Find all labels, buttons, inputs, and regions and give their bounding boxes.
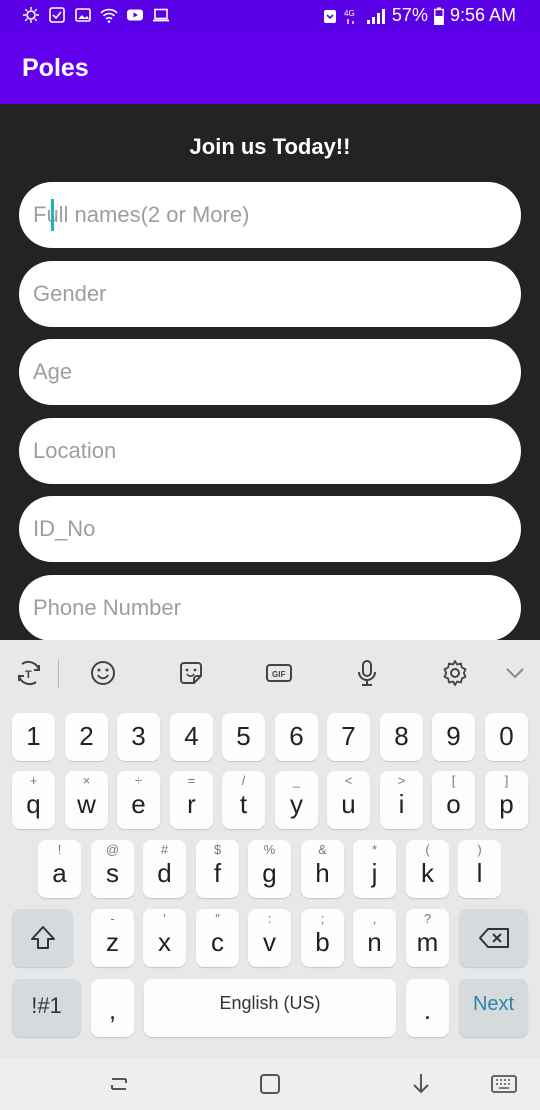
app-bar: Poles	[0, 32, 540, 104]
hide-keyboard-icon[interactable]	[405, 1068, 437, 1100]
key-6[interactable]: 6	[275, 713, 318, 761]
keyboard-toolbar: T GIF	[0, 640, 540, 704]
recent-apps-icon[interactable]	[103, 1068, 135, 1100]
battery-icon	[434, 7, 444, 25]
app-title: Poles	[22, 54, 89, 82]
key-t[interactable]: / t	[222, 771, 265, 829]
backspace-key[interactable]	[459, 909, 528, 967]
svg-text:GIF: GIF	[272, 670, 285, 679]
laptop-icon	[152, 6, 170, 24]
key-8[interactable]: 8	[380, 713, 423, 761]
signal-icon	[366, 7, 386, 25]
network-type-icon: 4G	[344, 7, 360, 25]
key-2[interactable]: 2	[65, 713, 108, 761]
key-b[interactable]: ; b	[301, 909, 344, 967]
key-x[interactable]: ' x	[143, 909, 186, 967]
shift-key[interactable]	[12, 909, 73, 967]
key-y[interactable]: _ y	[275, 771, 318, 829]
notification-icons	[22, 6, 170, 24]
key-a[interactable]: ! a	[38, 840, 81, 898]
status-bar: 4G 57% 9:56 AM	[0, 0, 540, 32]
text-cursor	[51, 199, 54, 231]
key-q[interactable]: + q	[12, 771, 55, 829]
svg-text:4G: 4G	[344, 9, 355, 18]
key-r[interactable]: = r	[170, 771, 213, 829]
key-v[interactable]: :v	[248, 909, 291, 967]
gif-icon[interactable]: GIF	[264, 658, 294, 688]
key-j[interactable]: * j	[353, 840, 396, 898]
gender-input[interactable]	[19, 261, 521, 327]
key-d[interactable]: # d	[143, 840, 186, 898]
key-k[interactable]: (k	[406, 840, 449, 898]
symbols-key[interactable]: !#1	[12, 979, 81, 1037]
key-u[interactable]: < u	[327, 771, 370, 829]
home-icon[interactable]	[254, 1068, 286, 1100]
key-9[interactable]: 9	[432, 713, 475, 761]
key-o[interactable]: [o	[432, 771, 475, 829]
sync-icon	[22, 6, 40, 24]
location-input[interactable]	[19, 418, 521, 484]
battery-percent: 57%	[391, 5, 428, 25]
keyboard-switch-icon[interactable]	[488, 1068, 520, 1100]
key-4[interactable]: 4	[170, 713, 213, 761]
id-no-field[interactable]	[19, 496, 521, 562]
key-f[interactable]: $ f	[196, 840, 239, 898]
on-screen-keyboard: T GIF 1 2 3 4 5 6 7 8 9 0 + q × w ÷ e = r / t…	[0, 640, 540, 1058]
microphone-icon[interactable]	[352, 658, 382, 688]
key-l[interactable]: ) l	[458, 840, 501, 898]
phone-number-input[interactable]	[19, 575, 521, 641]
backspace-icon	[459, 923, 528, 953]
location-field[interactable]	[19, 418, 521, 484]
next-key[interactable]: Next	[459, 979, 528, 1037]
wifi-icon	[100, 6, 118, 24]
key-n[interactable]: ,n	[353, 909, 396, 967]
translate-icon[interactable]: T	[14, 658, 44, 688]
key-z[interactable]: -z	[91, 909, 134, 967]
space-key[interactable]: English (US)	[144, 979, 396, 1037]
id-no-input[interactable]	[19, 496, 521, 562]
form-heading: Join us Today!!	[189, 134, 351, 159]
checkbox-icon	[48, 6, 66, 24]
navigation-bar	[0, 1058, 540, 1110]
youtube-icon	[126, 6, 144, 24]
comma-key[interactable]: ,	[91, 979, 134, 1037]
image-icon	[74, 6, 92, 24]
key-g[interactable]: % g	[248, 840, 291, 898]
age-input[interactable]	[19, 339, 521, 405]
clock: 9:56 AM	[449, 5, 516, 25]
alarm-icon	[322, 7, 338, 25]
key-3[interactable]: 3	[117, 713, 160, 761]
system-icons: 4G 57% 9:56 AM	[322, 5, 516, 26]
svg-text:T: T	[25, 669, 32, 681]
full-names-field[interactable]	[19, 182, 521, 248]
shift-arrow-icon	[12, 923, 73, 953]
key-m[interactable]: ? m	[406, 909, 449, 967]
key-e[interactable]: ÷ e	[117, 771, 160, 829]
toolbar-divider	[58, 660, 59, 688]
key-p[interactable]: ] p	[485, 771, 528, 829]
key-1[interactable]: 1	[12, 713, 55, 761]
key-0[interactable]: 0	[485, 713, 528, 761]
sticker-icon[interactable]	[176, 658, 206, 688]
key-i[interactable]: > i	[380, 771, 423, 829]
key-7[interactable]: 7	[327, 713, 370, 761]
full-names-input[interactable]	[19, 182, 521, 248]
age-field[interactable]	[19, 339, 521, 405]
key-s[interactable]: @ s	[91, 840, 134, 898]
phone-number-field[interactable]	[19, 575, 521, 641]
key-w[interactable]: × w	[65, 771, 108, 829]
chevron-down-icon[interactable]	[500, 658, 530, 688]
emoji-icon[interactable]	[88, 658, 118, 688]
key-h[interactable]: & h	[301, 840, 344, 898]
key-5[interactable]: 5	[222, 713, 265, 761]
gender-field[interactable]	[19, 261, 521, 327]
period-key[interactable]: .	[406, 979, 449, 1037]
settings-gear-icon[interactable]	[440, 658, 470, 688]
key-c[interactable]: " c	[196, 909, 239, 967]
